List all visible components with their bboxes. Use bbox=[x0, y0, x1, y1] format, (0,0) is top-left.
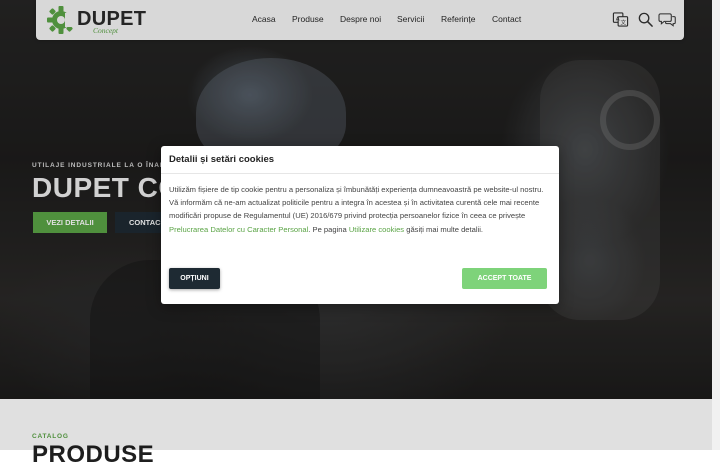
gdpr-policy-link[interactable]: Prelucrarea Datelor cu Caracter Personal bbox=[169, 225, 308, 234]
cookie-text-part-1: Utilizăm fișiere de tip cookie pentru a … bbox=[169, 185, 544, 221]
modal-divider bbox=[161, 173, 559, 174]
cookie-modal-text: Utilizăm fișiere de tip cookie pentru a … bbox=[169, 183, 553, 236]
cookie-modal: Detalii și setări cookies Utilizăm fișie… bbox=[161, 146, 559, 304]
cookie-text-part-3: găsiți mai multe detalii. bbox=[404, 224, 484, 234]
cookie-modal-title: Detalii și setări cookies bbox=[169, 154, 275, 165]
page-scrollbar[interactable] bbox=[712, 0, 720, 450]
cookie-options-button[interactable]: OPȚIUNI bbox=[169, 268, 220, 289]
accept-all-button[interactable]: ACCEPT TOATE bbox=[462, 268, 547, 289]
cookie-usage-link[interactable]: Utilizare cookies bbox=[349, 225, 404, 234]
cookie-text-part-2: . Pe pagina bbox=[308, 224, 349, 234]
